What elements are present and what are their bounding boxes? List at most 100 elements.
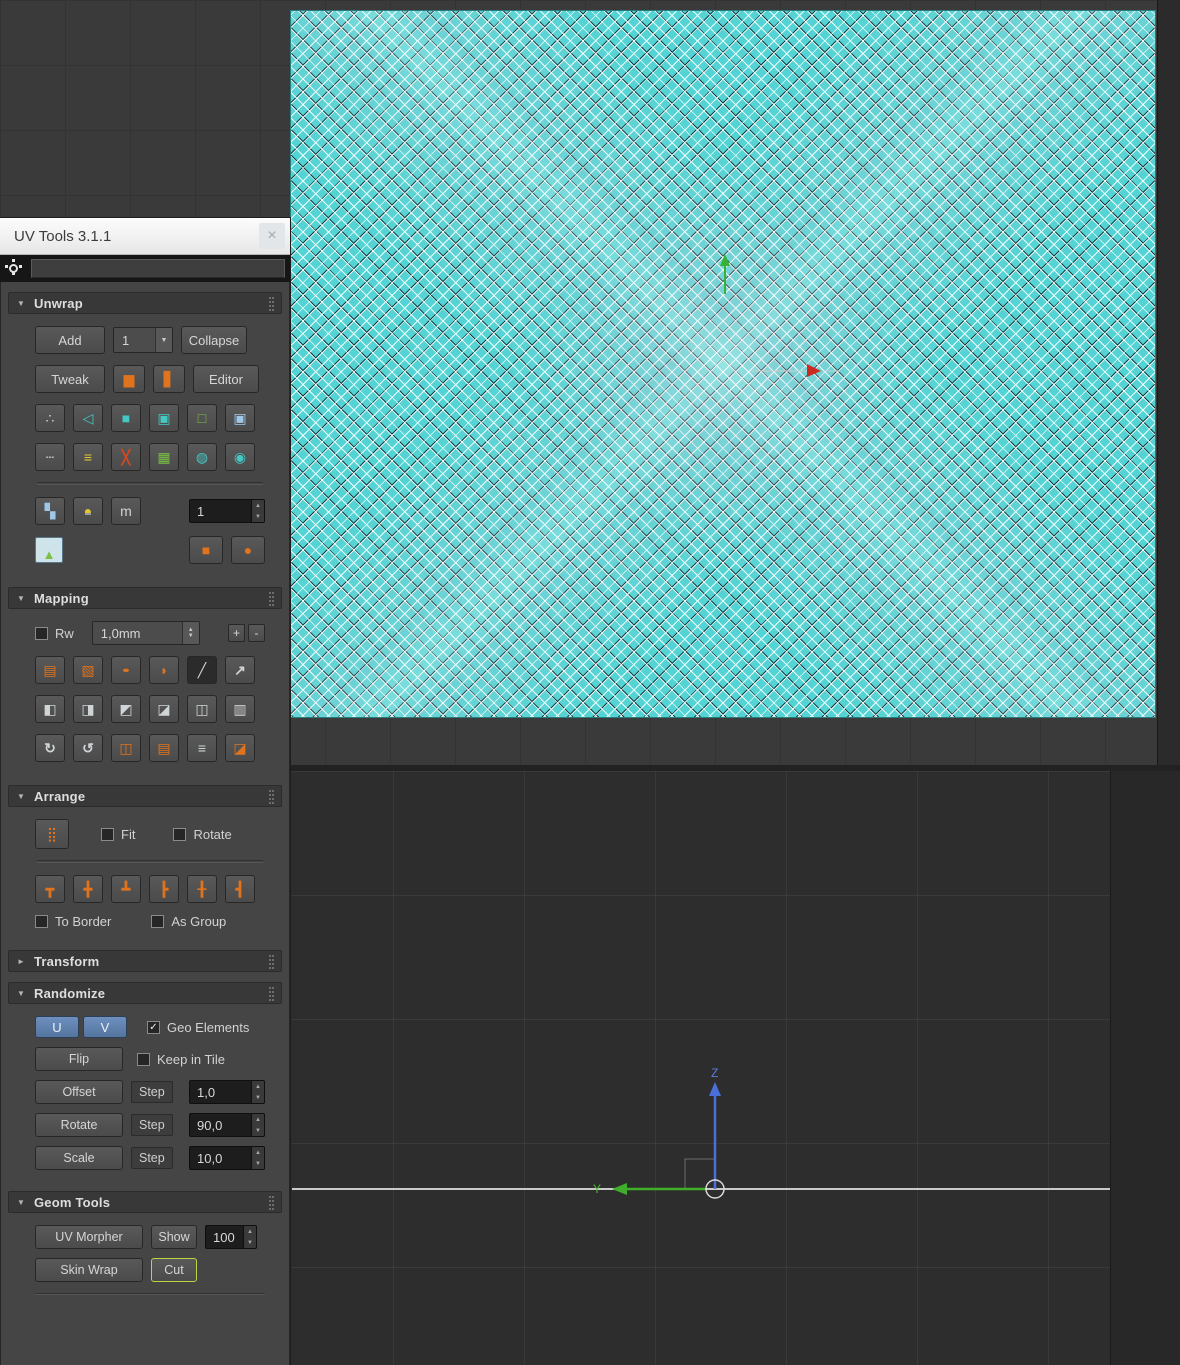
uv-column-button[interactable]: ▋ [153,365,185,393]
map-size-spinner-arrows[interactable]: ▲ ▼ [181,622,199,644]
spline-map-button[interactable]: ◗ [149,656,179,684]
spinner-arrows[interactable]: ▲ ▼ [251,1081,264,1103]
align-bottom-button[interactable]: ┻ [111,875,141,903]
world-axis-gizmo[interactable]: Z Y [585,1064,745,1199]
pack-right-button[interactable]: ◨ [73,695,103,723]
size-plus-button[interactable]: + [228,624,245,642]
rollout-header-mapping[interactable]: ▼ Mapping [8,587,282,609]
stitch-break-button[interactable]: ╳ [111,443,141,471]
rollout-header-geom-tools[interactable]: ▼ Geom Tools [8,1191,282,1213]
pick-map-button[interactable]: ╱ [187,656,217,684]
uv-morpher-button[interactable]: UV Morpher [35,1225,143,1249]
size-minus-button[interactable]: - [248,624,265,642]
pack-left-button[interactable]: ◧ [35,695,65,723]
lightbulb-button[interactable]: ● [73,497,103,525]
panel-titlebar[interactable]: UV Tools 3.1.1 × [0,218,290,255]
tweak-button[interactable]: Tweak [35,365,105,393]
align-left-button[interactable]: ┣ [149,875,179,903]
align-element-button[interactable]: ◪ [225,734,255,762]
show-percent-spinner[interactable]: 100 ▲ ▼ [205,1225,257,1249]
checker-map-button[interactable]: ▚ [35,497,65,525]
offset-button[interactable]: Offset [35,1080,123,1104]
vertex-mode-button[interactable]: ∴ [35,404,65,432]
spinner-down-icon[interactable]: ▼ [252,1158,264,1169]
rollout-header-arrange[interactable]: ▼ Arrange [8,785,282,807]
geo-elements-checkbox-box[interactable]: ✓ [147,1020,160,1034]
pack-down-button[interactable]: ◩ [111,695,141,723]
spinner-up-icon[interactable]: ▲ [244,1226,256,1237]
flip-button[interactable]: Flip [35,1047,123,1071]
flip-vertical-button[interactable]: ▤ [149,734,179,762]
spinner-arrows[interactable]: ▲ ▼ [251,500,264,522]
measure-units-button[interactable]: m [111,497,141,525]
cut-button[interactable]: Cut [151,1258,197,1282]
rotate-checkbox-box[interactable] [173,827,187,841]
rollout-header-unwrap[interactable]: ▼ Unwrap [8,292,282,314]
rw-checkbox-box[interactable] [35,626,48,640]
spinner-down-icon[interactable]: ▼ [252,511,264,522]
flip-horizontal-button[interactable]: ◫ [111,734,141,762]
align-middle-button[interactable]: ╋ [73,875,103,903]
editor-button[interactable]: Editor [193,365,259,393]
randomize-v-button[interactable]: V [83,1016,127,1038]
align-horizontal-button[interactable]: ≡ [187,734,217,762]
map-channel-spinner[interactable]: 1 ▲ ▼ [189,499,265,523]
pack-center-button[interactable]: ◫ [187,695,217,723]
dropdown-arrow-icon[interactable]: ▼ [155,328,172,352]
spinner-arrows[interactable]: ▲ ▼ [251,1114,264,1136]
spinner-up-icon[interactable]: ▲ [252,500,264,511]
rw-checkbox[interactable]: Rw [35,626,74,641]
randomize-u-button[interactable]: U [35,1016,79,1038]
open-edges-button[interactable]: □ [187,404,217,432]
align-center-button[interactable]: ╂ [187,875,217,903]
rotate-checkbox[interactable]: Rotate [173,827,232,842]
fit-checkbox-box[interactable] [101,827,114,841]
collapse-button[interactable]: Collapse [181,326,247,354]
rotate-ccw-button[interactable]: ↺ [73,734,103,762]
keep-in-tile-checkbox-box[interactable] [137,1052,150,1066]
bitmap-preview-button[interactable]: ▲ [35,537,63,563]
edge-mode-button[interactable]: ◁ [73,404,103,432]
fit-map-button[interactable]: ↗ [225,656,255,684]
rollout-header-transform[interactable]: ► Transform [8,950,282,972]
cylinder-map-button[interactable]: ● [111,656,141,684]
checker-sphere-button[interactable]: ◍ [187,443,217,471]
spinner-down-icon[interactable]: ▼ [244,1237,256,1248]
pack-grid-button[interactable]: ▥ [225,695,255,723]
rotate-button[interactable]: Rotate [35,1113,123,1137]
add-button[interactable]: Add [35,326,105,354]
pack-arrange-button[interactable]: ⣿ [35,819,69,849]
rotate-step-spinner[interactable]: 90,0 ▲ ▼ [189,1113,265,1137]
to-border-checkbox[interactable]: To Border [35,914,111,929]
as-group-checkbox[interactable]: As Group [151,914,226,929]
fit-checkbox[interactable]: Fit [101,827,135,842]
straighten-lines-button[interactable]: ≡ [73,443,103,471]
spinner-down-icon[interactable]: ▼ [252,1125,264,1136]
geo-elements-checkbox[interactable]: ✓ Geo Elements [147,1020,249,1035]
spinner-up-icon[interactable]: ▲ [252,1147,264,1158]
box-map-button[interactable]: ▧ [73,656,103,684]
align-top-button[interactable]: ┳ [35,875,65,903]
planar-map-button[interactable]: ▤ [35,656,65,684]
align-right-button[interactable]: ┫ [225,875,255,903]
as-group-checkbox-box[interactable] [151,915,165,928]
spinner-up-icon[interactable]: ▲ [252,1114,264,1125]
face-mode-button[interactable]: ■ [111,404,141,432]
uv-border-button[interactable]: ▣ [225,404,255,432]
uv-strip-button[interactable]: ▆ [113,365,145,393]
offset-step-spinner[interactable]: 1,0 ▲ ▼ [189,1080,265,1104]
show-button[interactable]: Show [151,1225,197,1249]
gear-icon[interactable] [9,259,18,273]
selection-axis-marker[interactable] [695,248,845,383]
keep-in-tile-checkbox[interactable]: Keep in Tile [137,1052,225,1067]
scale-step-spinner[interactable]: 10,0 ▲ ▼ [189,1146,265,1170]
spinner-down-icon[interactable]: ▼ [252,1092,264,1103]
spinner-down-icon[interactable]: ▼ [188,633,194,639]
rotate-cw-button[interactable]: ↻ [35,734,65,762]
box-preview-button[interactable]: ■ [189,536,223,564]
relax-sphere-button[interactable]: ◉ [225,443,255,471]
skin-wrap-button[interactable]: Skin Wrap [35,1258,143,1282]
pack-up-button[interactable]: ◪ [149,695,179,723]
grid-align-button[interactable]: ▦ [149,443,179,471]
element-mode-button[interactable]: ▣ [149,404,179,432]
